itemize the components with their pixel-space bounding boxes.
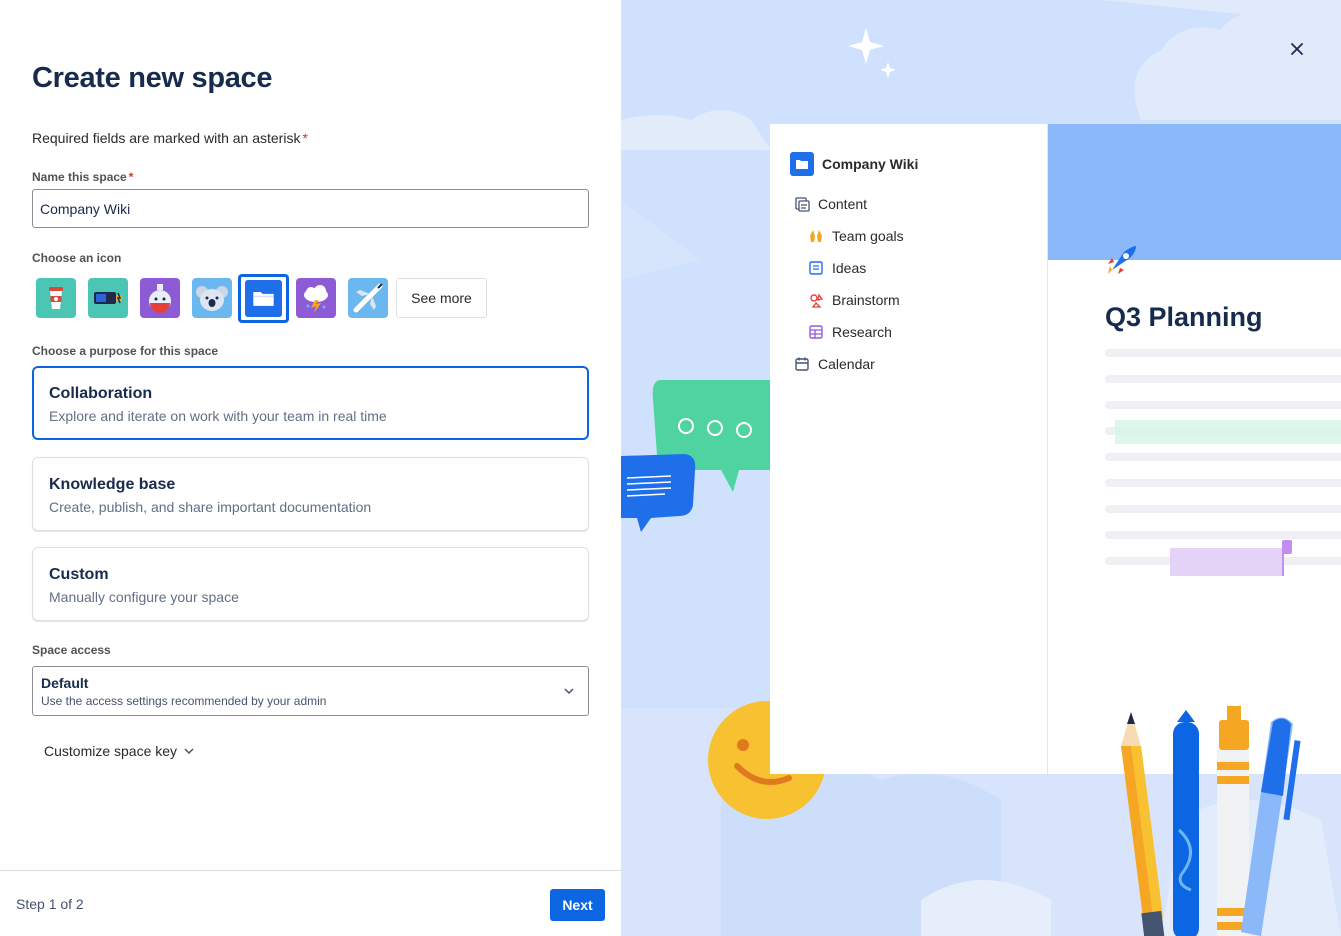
space-name-input[interactable] [32,189,589,228]
cursor-flag [1282,540,1292,554]
comment-highlight [1170,548,1282,576]
form-footer: Step 1 of 2 Next [0,870,621,936]
chevron-down-icon [564,688,574,695]
preview-nav-label: Calendar [818,356,875,372]
access-description: Use the access settings recommended by y… [41,694,327,708]
see-more-icons-button[interactable]: See more [396,278,487,318]
pens-illustration [1121,706,1301,936]
purpose-title: Collaboration [49,385,153,402]
name-required-asterisk: * [128,170,134,184]
create-space-form-panel: Create new space Required fields are mar… [0,0,621,936]
name-label-text: Name this space [32,170,127,184]
required-asterisk: * [302,130,308,146]
preview-nav-label: Ideas [832,260,867,276]
purpose-option-knowledge-base[interactable]: Knowledge base Create, publish, and shar… [32,457,589,531]
placeholder-line [1105,375,1341,383]
preview-page: Q3 Planning [1048,124,1341,774]
battery-icon[interactable] [88,278,128,318]
access-field-label: Space access [32,643,111,657]
name-field-label: Name this space * [32,170,133,184]
whiteboard-icon [808,292,824,308]
purpose-option-collaboration[interactable]: Collaboration Explore and iterate on wor… [32,366,589,440]
page-banner [1048,124,1341,260]
placeholder-line [1105,531,1341,539]
required-note-text: Required fields are marked with an aster… [32,130,301,146]
folder-icon [790,152,814,176]
chevron-down-icon [184,748,194,755]
icon-field-label: Choose an icon [32,251,122,265]
database-icon [808,324,824,340]
space-preview-panel: Company Wiki Content Team goals Ideas Br… [621,0,1341,936]
preview-nav-label: Team goals [832,228,904,244]
potion-icon[interactable] [140,278,180,318]
highlight-block [1115,420,1341,444]
purpose-title: Knowledge base [49,476,176,493]
preview-nav-label: Content [818,196,868,212]
placeholder-line [1105,505,1341,513]
folder-icon[interactable] [238,274,289,323]
purpose-option-custom[interactable]: Custom Manually configure your space [32,547,589,621]
required-fields-note: Required fields are marked with an aster… [32,130,308,146]
purpose-description: Create, publish, and share important doc… [49,499,372,515]
preview-space-header: Company Wiki [790,152,918,176]
preview-nav-brainstorm: Brainstorm [808,292,900,308]
airplane-icon[interactable] [348,278,388,318]
preview-nav-label: Research [832,324,892,340]
step-indicator: Step 1 of 2 [16,896,84,912]
purpose-field-label: Choose a purpose for this space [32,344,219,358]
koala-icon[interactable] [192,278,232,318]
page-title: Create new space [32,62,273,94]
space-access-select[interactable]: Default Use the access settings recommen… [32,666,589,716]
customize-space-key-toggle[interactable]: Customize space key [44,743,195,759]
preview-nav-research: Research [808,324,892,340]
preview-nav-team-goals: Team goals [808,228,904,244]
placeholder-line [1105,349,1341,357]
preview-nav-content: Content [794,196,867,212]
preview-page-title: Q3 Planning [1105,302,1263,332]
purpose-description: Explore and iterate on work with your te… [49,408,387,424]
access-selected-value: Default [41,675,89,691]
customize-key-label: Customize space key [44,743,178,759]
preview-nav-label: Brainstorm [832,292,900,308]
storm-cloud-icon[interactable] [296,278,336,318]
pages-icon [794,196,810,212]
next-button[interactable]: Next [550,889,605,921]
calendar-icon [794,356,810,372]
raised-hands-icon [808,228,824,244]
close-icon[interactable] [1286,38,1308,60]
placeholder-line [1105,453,1341,461]
preview-sidebar: Company Wiki Content Team goals Ideas Br… [770,124,1048,774]
preview-nav-calendar: Calendar [794,356,875,372]
rocket-icon [1108,246,1136,274]
preview-nav-ideas: Ideas [808,260,866,276]
purpose-description: Manually configure your space [49,589,239,605]
placeholder-line [1105,401,1341,409]
page-icon [808,260,824,276]
preview-space-name: Company Wiki [822,156,919,172]
placeholder-line [1105,479,1341,487]
purpose-title: Custom [49,566,109,583]
coffee-cup-icon[interactable] [36,278,76,318]
